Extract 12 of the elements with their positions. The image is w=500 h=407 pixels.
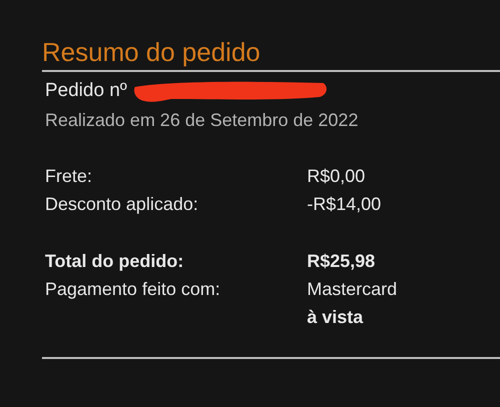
summary-value: Mastercard [307, 278, 398, 301]
summary-label: Frete: [45, 165, 92, 188]
order-number-label: Pedido nº [45, 79, 127, 103]
summary-value: -R$14,00 [307, 193, 382, 216]
summary-label: Desconto aplicado: [45, 193, 198, 216]
section-title: Resumo do pedido [42, 36, 260, 68]
order-date: Realizado em 26 de Setembro de 2022 [45, 109, 358, 132]
summary-label: Total do pedido: [45, 250, 184, 273]
summary-value: R$0,00 [307, 165, 366, 188]
summary-value: R$25,98 [307, 250, 376, 273]
summary-label: Pagamento feito com: [45, 278, 220, 301]
summary-value: à vista [307, 306, 364, 329]
